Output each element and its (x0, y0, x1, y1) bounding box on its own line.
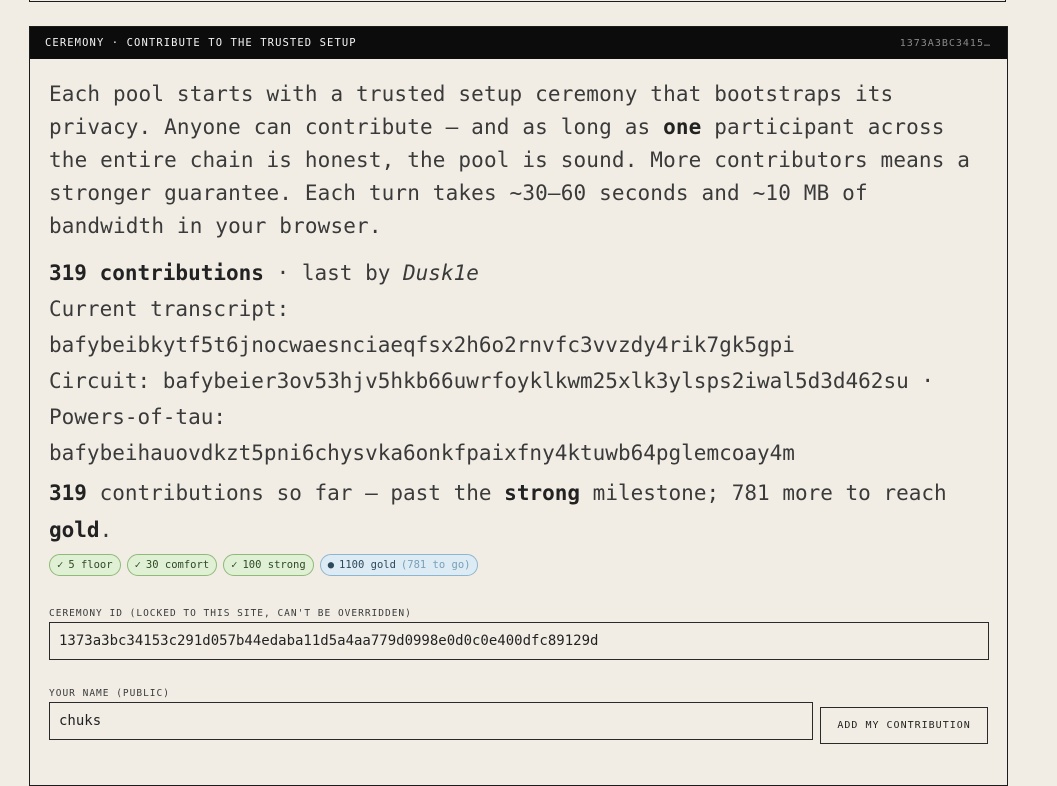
name-input[interactable]: chuks (49, 702, 814, 740)
pot-label: Powers-of-tau: (49, 405, 227, 429)
ceremony-id-label: CEREMONY ID (LOCKED TO THIS SITE, CAN'T … (49, 608, 412, 619)
contributions-line: 319 contributions · last by Dusk1e (49, 255, 988, 291)
circuit-separator: · (908, 369, 935, 393)
milestone-count: 319 (49, 481, 87, 505)
panel-body: Each pool starts with a trusted setup ce… (30, 78, 1007, 744)
transcript-cid: bafybeibkytf5t6jnocwaesnciaeqfsx2h6o2rnv… (49, 333, 795, 357)
badge-comfort: ✓ 30 comfort (126, 554, 218, 576)
ceremony-panel: CEREMONY · CONTRIBUTE TO THE TRUSTED SET… (29, 26, 1008, 786)
circuit-cid: bafybeier3ov53hjv5hkb66uwrfoyklkwm25xlk3… (162, 369, 909, 393)
intro-emphasis: one (663, 115, 702, 139)
previous-panel-bottom (29, 0, 1006, 2)
panel-header: CEREMONY · CONTRIBUTE TO THE TRUSTED SET… (30, 27, 1007, 59)
badge-label: 5 floor (68, 559, 113, 571)
name-row: chuks ADD MY CONTRIBUTION (49, 702, 988, 744)
milestone-text1: contributions so far — past the (86, 481, 505, 505)
circuit-label: Circuit: (49, 369, 163, 393)
last-contributor: Dusk1e (403, 261, 479, 285)
pot-cid: bafybeihauovdkzt5pni6chysvka6onkfpaixfny… (49, 441, 795, 465)
transcript-label: Current transcript: (49, 297, 290, 321)
milestone-badges: ✓ 5 floor ✓ 30 comfort ✓ 100 strong ● 1100 g… (49, 554, 988, 576)
milestone-end: . (99, 518, 113, 542)
ceremony-id-short: 1373A3BC3415… (899, 37, 991, 49)
last-by-prefix: · last by (263, 261, 404, 285)
panel-title: CEREMONY · CONTRIBUTE TO THE TRUSTED SET… (45, 37, 357, 49)
badge-remaining: (781 to go) (400, 559, 471, 571)
badge-label: 100 strong (242, 559, 306, 571)
badge-label: 1100 gold (339, 559, 396, 571)
ceremony-stats: 319 contributions · last by Dusk1e Curre… (49, 255, 988, 471)
badge-strong: ✓ 100 strong (223, 554, 314, 576)
add-contribution-button[interactable]: ADD MY CONTRIBUTION (820, 707, 988, 744)
badge-gold: ● 1100 gold (781 to go) (319, 554, 479, 576)
badge-label: 30 comfort (145, 559, 210, 571)
milestone-text: 319 contributions so far — past the stro… (49, 475, 988, 549)
name-label: YOUR NAME (PUBLIC) (49, 688, 170, 699)
intro-text: Each pool starts with a trusted setup ce… (49, 78, 988, 243)
check-icon: ✓ (231, 559, 238, 571)
check-icon: ✓ (134, 559, 141, 571)
milestone-tier-passed: strong (504, 481, 581, 505)
badge-floor: ✓ 5 floor (49, 554, 121, 576)
circuit-line: Circuit: bafybeier3ov53hjv5hkb66uwrfoykl… (49, 363, 988, 399)
check-icon: ✓ (57, 559, 64, 571)
contribution-count: 319 contributions (49, 261, 264, 285)
dot-icon: ● (327, 559, 335, 571)
ceremony-id-field: 1373a3bc34153c291d057b44edaba11d5a4aa779… (49, 622, 989, 660)
milestone-text2: milestone; 781 more to reach (580, 481, 947, 505)
milestone-tier-next: gold (49, 518, 100, 542)
